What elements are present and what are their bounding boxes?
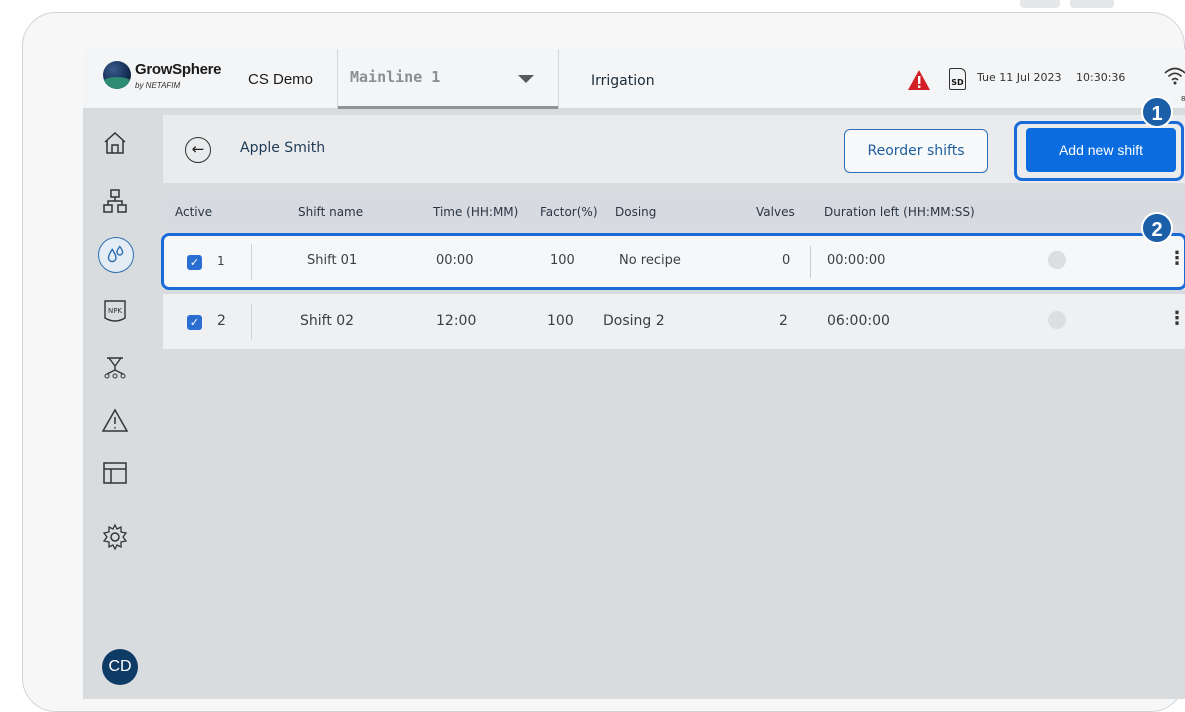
col-valves: Valves — [756, 205, 795, 219]
table-layout-icon[interactable] — [101, 459, 129, 487]
hierarchy-icon[interactable] — [101, 187, 129, 215]
svg-text:NPK: NPK — [108, 307, 122, 315]
active-checkbox[interactable]: ✓ — [187, 315, 202, 330]
date-display: Tue 11 Jul 2023 — [977, 71, 1062, 84]
valve-tree-icon[interactable] — [101, 353, 129, 381]
mainline-label: Mainline 1 — [350, 68, 441, 86]
chevron-down-icon — [518, 75, 534, 83]
shift-time: 12:00 — [436, 313, 477, 329]
sd-label: SD — [951, 78, 964, 87]
callout-badge-2: 2 — [1141, 212, 1173, 244]
section-title: Irrigation — [591, 73, 655, 89]
page-title: Apple Smith — [240, 140, 326, 156]
page-header: ← Apple Smith Reorder shifts Add new shi… — [163, 115, 1185, 183]
table-row[interactable]: ✓ 2 Shift 02 12:00 100 Dosing 2 2 06:00:… — [163, 294, 1185, 349]
divider — [251, 304, 252, 340]
wifi-strength: 86 — [1181, 95, 1185, 103]
water-drops-icon[interactable] — [98, 237, 134, 273]
globe-logo-icon — [103, 61, 131, 89]
npk-icon[interactable]: NPK — [101, 297, 129, 325]
shift-duration: 06:00:00 — [827, 313, 890, 329]
shift-name: Shift 02 — [300, 313, 355, 329]
col-shift-name: Shift name — [298, 205, 364, 219]
gear-icon[interactable] — [101, 523, 129, 551]
wifi-icon — [1164, 67, 1185, 85]
shift-factor: 100 — [547, 313, 574, 329]
sd-card-icon: SD — [949, 68, 966, 90]
avatar[interactable]: CD — [102, 649, 138, 685]
col-duration: Duration left (HH:MM:SS) — [824, 205, 975, 219]
device-edge-detail — [1020, 0, 1060, 8]
callout-highlight-2 — [161, 233, 1185, 290]
warning-icon[interactable] — [101, 407, 129, 435]
col-active: Active — [175, 205, 213, 219]
tablet-frame: GrowSphere by NETAFIM CS Demo Mainline 1… — [22, 12, 1185, 712]
shift-dosing: Dosing 2 — [603, 313, 665, 329]
table-header: Active Shift name Time (HH:MM) Factor(%)… — [163, 197, 1185, 227]
brand-name: GrowSphere — [135, 61, 222, 78]
divider — [558, 49, 559, 109]
reorder-shifts-button[interactable]: Reorder shifts — [844, 129, 988, 173]
app-screen: GrowSphere by NETAFIM CS Demo Mainline 1… — [83, 49, 1185, 699]
shift-valves: 2 — [779, 313, 788, 329]
row-number: 2 — [217, 313, 226, 329]
col-dosing: Dosing — [615, 205, 657, 219]
top-bar: GrowSphere by NETAFIM CS Demo Mainline 1… — [83, 49, 1185, 109]
growsphere-logo: GrowSphere by NETAFIM — [103, 59, 233, 99]
site-name[interactable]: CS Demo — [248, 71, 313, 88]
brand-sub: by NETAFIM — [135, 81, 181, 90]
status-indicator — [1048, 311, 1066, 329]
col-factor: Factor(%) — [540, 205, 598, 219]
add-new-shift-button[interactable]: Add new shift — [1026, 128, 1176, 172]
time-display: 10:30:36 — [1076, 71, 1126, 84]
device-edge-detail — [1070, 0, 1114, 8]
back-arrow-button[interactable]: ← — [185, 137, 211, 163]
callout-badge-1: 1 — [1141, 96, 1173, 128]
more-options-icon[interactable]: ⋮ — [1168, 308, 1185, 329]
col-time: Time (HH:MM) — [433, 205, 519, 219]
home-icon[interactable] — [101, 129, 129, 157]
alert-triangle-icon[interactable] — [907, 69, 931, 91]
mainline-selector[interactable]: Mainline 1 — [338, 49, 558, 109]
